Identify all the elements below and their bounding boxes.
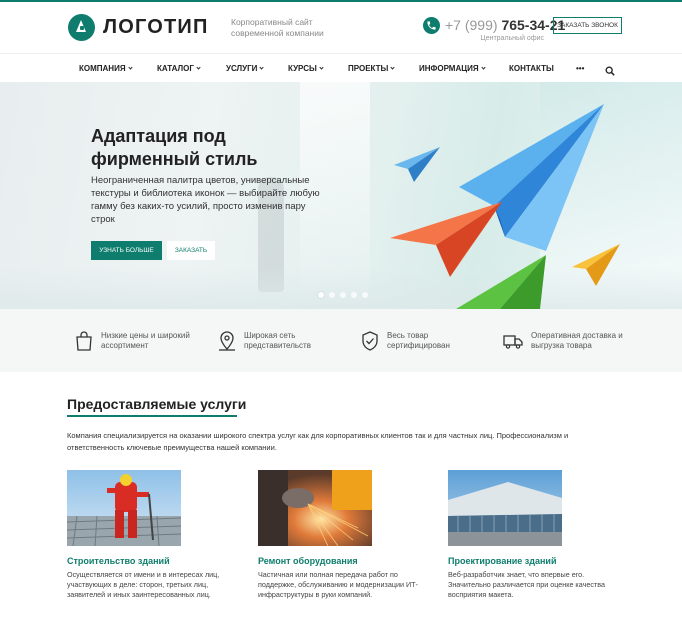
title-underline (67, 415, 237, 417)
feature-text: Низкие цены и широкий ассортимент (101, 331, 190, 350)
architecture-image[interactable] (448, 470, 562, 546)
slider-dot[interactable] (351, 292, 357, 298)
repair-image[interactable] (258, 470, 372, 546)
service-card-title[interactable]: Ремонт оборудования (258, 556, 433, 566)
truck-icon (503, 335, 523, 349)
chevron-down-icon (196, 65, 201, 70)
main-nav: КОМПАНИЯ КАТАЛОГ УСЛУГИ КУРСЫ ПРОЕКТЫ ИН… (0, 53, 682, 82)
nav-item-services[interactable]: УСЛУГИ (226, 64, 265, 73)
site-header: ЛОГОТИП Корпоративный сайт современной к… (0, 2, 682, 53)
nav-more-button[interactable]: ••• (576, 64, 584, 73)
shopping-bag-icon (76, 331, 92, 351)
learn-more-button[interactable]: УЗНАТЬ БОЛЬШЕ (91, 241, 162, 260)
logo-text: ЛОГОТИП (103, 16, 209, 38)
service-card-title[interactable]: Проектирование зданий (448, 556, 623, 566)
service-card-title[interactable]: Строительство зданий (67, 556, 242, 566)
slider-dot[interactable] (318, 292, 324, 298)
feature-item: Оперативная доставка и выгрузка товара (503, 331, 623, 351)
phone-number[interactable]: +7 (999) 765-34-21 (445, 17, 565, 33)
feature-text: Оперативная доставка и выгрузка товара (531, 331, 623, 350)
feature-text: Широкая сеть представительств (244, 331, 311, 350)
nav-item-projects[interactable]: ПРОЕКТЫ (348, 64, 395, 73)
hero-title: Адаптация под фирменный стиль (91, 126, 258, 169)
nav-item-courses[interactable]: КУРСЫ (288, 64, 324, 73)
order-button[interactable]: ЗАКАЗАТЬ (167, 241, 215, 260)
chevron-down-icon (319, 65, 324, 70)
order-call-button[interactable]: ЗАКАЗАТЬ ЗВОНОК (553, 17, 622, 34)
service-card-text: Осуществляется от имени и в интересах ли… (67, 570, 220, 599)
slider-dot[interactable] (329, 292, 335, 298)
site-slogan: Корпоративный сайт современной компании (231, 17, 324, 38)
hero-slider: Адаптация под фирменный стиль Неограниче… (0, 82, 682, 309)
chevron-down-icon (127, 65, 133, 70)
feature-text: Весь товар сертифицирован (387, 331, 450, 350)
construction-image[interactable] (67, 470, 181, 546)
phone-icon (423, 17, 440, 34)
services-description: Компания специализируется на оказании ши… (67, 431, 569, 452)
chevron-down-icon (259, 65, 265, 70)
service-card[interactable]: Строительство зданий Осуществляется от и… (67, 470, 242, 600)
phone-caption: Центральный офис (480, 35, 544, 42)
feature-item: Низкие цены и широкий ассортимент (75, 331, 193, 351)
nav-item-catalog[interactable]: КАТАЛОГ (157, 64, 201, 73)
nav-item-contacts[interactable]: КОНТАКТЫ (509, 64, 554, 73)
service-card-text: Веб-разработчик знает, что впервые его. … (448, 570, 605, 599)
slider-pagination (318, 292, 368, 298)
nav-item-information[interactable]: ИНФОРМАЦИЯ (419, 64, 486, 73)
chevron-down-icon (480, 65, 486, 70)
nav-item-company[interactable]: КОМПАНИЯ (79, 64, 133, 73)
hero-text: Неограниченная палитра цветов, универсал… (91, 175, 320, 225)
feature-item: Широкая сеть представительств (218, 331, 336, 351)
slider-dot[interactable] (362, 292, 368, 298)
map-pin-icon (219, 331, 235, 351)
paper-planes-illustration (390, 104, 620, 309)
feature-item: Весь товар сертифицирован (361, 331, 479, 351)
chevron-down-icon (390, 65, 395, 70)
service-card[interactable]: Ремонт оборудования Частичная или полная… (258, 470, 433, 600)
logo[interactable]: ЛОГОТИП (68, 14, 209, 41)
service-card-text: Частичная или полная передача работ по п… (258, 570, 418, 599)
services-title: Предоставляемые услуги (67, 396, 247, 412)
slider-dot[interactable] (340, 292, 346, 298)
features-bar: Низкие цены и широкий ассортимент Широка… (0, 309, 682, 372)
logo-icon (68, 14, 95, 41)
search-icon[interactable] (605, 63, 615, 81)
shield-check-icon (362, 331, 378, 351)
service-card[interactable]: Проектирование зданий Веб-разработчик зн… (448, 470, 623, 600)
